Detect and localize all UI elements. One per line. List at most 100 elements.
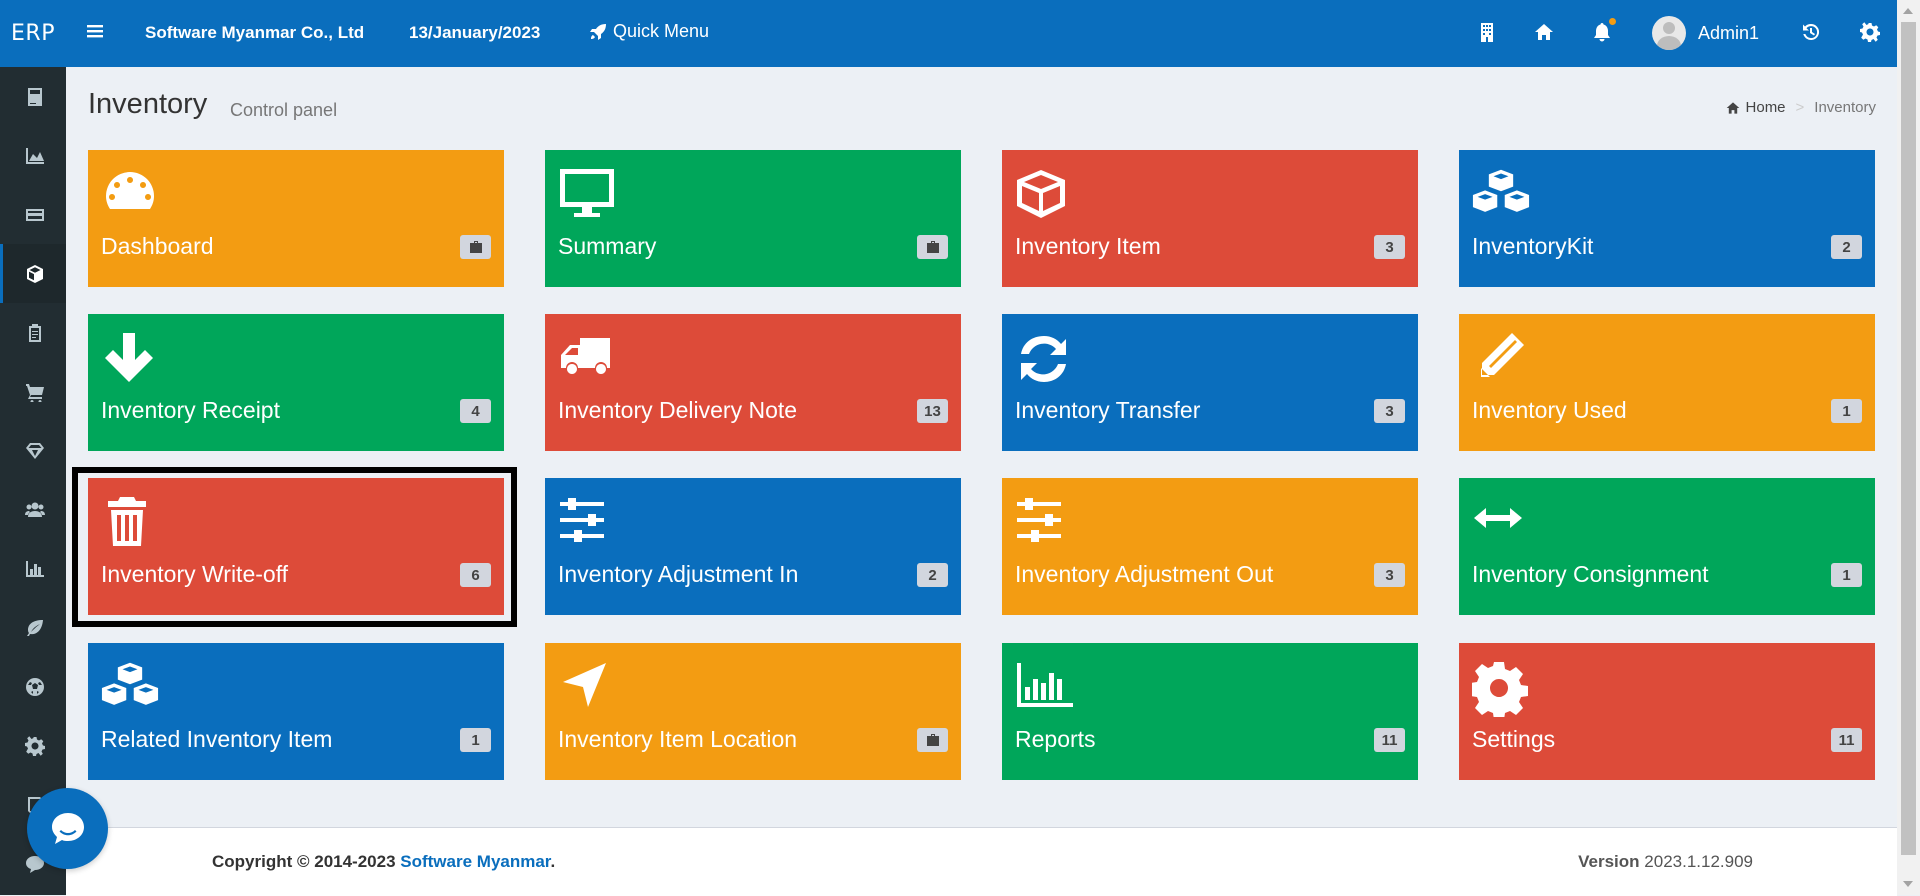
hamburger-icon [87, 25, 103, 38]
sidebar-item-assets[interactable] [0, 421, 66, 480]
tile-badge: 1 [460, 728, 491, 752]
settings-button[interactable] [1860, 22, 1880, 47]
tile-badge [917, 728, 948, 752]
tile-settings[interactable]: Settings 11 [1459, 643, 1875, 780]
soccer-ball-icon [25, 677, 44, 696]
sidebar-item-analytics[interactable] [0, 126, 66, 185]
building-button[interactable] [1477, 22, 1497, 47]
tile-inventory-item[interactable]: Inventory Item 3 [1002, 150, 1418, 287]
tile-inventory-adjustment-in[interactable]: Inventory Adjustment In 2 [545, 478, 961, 615]
history-button[interactable] [1801, 22, 1821, 47]
current-date: 13/January/2023 [409, 23, 541, 42]
sidebar-item-settings[interactable] [0, 716, 66, 775]
arrows-h-icon [1472, 494, 1530, 552]
breadcrumb-home-link[interactable]: Home [1746, 99, 1786, 116]
tile-badge [460, 235, 491, 259]
company-link[interactable]: Software Myanmar [400, 852, 550, 871]
tile-badge: 1 [1831, 563, 1862, 587]
gear-icon [1470, 659, 1530, 720]
tile-badge: 13 [917, 399, 948, 423]
sidebar-item-payments[interactable] [0, 185, 66, 244]
tile-related-inventory-item[interactable]: Related Inventory Item 1 [88, 643, 504, 780]
users-icon [24, 502, 45, 517]
notification-dot [1609, 18, 1616, 25]
tile-inventory-delivery-note[interactable]: Inventory Delivery Note 13 [545, 314, 961, 451]
tile-inventory-receipt[interactable]: Inventory Receipt 4 [88, 314, 504, 451]
tile-badge: 3 [1374, 563, 1405, 587]
tile-inventory-used[interactable]: Inventory Used 1 [1459, 314, 1875, 451]
gear-icon [24, 735, 45, 756]
tile-badge: 2 [917, 563, 948, 587]
tile-inventory-consignment[interactable]: Inventory Consignment 1 [1459, 478, 1875, 615]
page-title: Inventory [88, 88, 208, 120]
version-value: 2023.1.12.909 [1644, 852, 1753, 871]
sidebar-item-sports[interactable] [0, 657, 66, 716]
tachometer-icon [101, 166, 159, 224]
sidebar-item-hr[interactable] [0, 480, 66, 539]
sidebar: ERP [0, 0, 66, 895]
scroll-up-arrow[interactable] [1903, 8, 1913, 14]
sidebar-item-agriculture[interactable] [0, 598, 66, 657]
cubes-icon [101, 659, 159, 717]
sidebar-item-inventory[interactable] [0, 244, 66, 303]
briefcase-icon [926, 241, 939, 253]
tile-label: Inventory Adjustment In [558, 561, 799, 587]
tile-label: InventoryKit [1472, 233, 1594, 259]
tile-badge: 3 [1374, 235, 1405, 259]
tile-inventorykit[interactable]: InventoryKit 2 [1459, 150, 1875, 287]
bar-chart-icon [1015, 659, 1073, 717]
selection-highlight [72, 467, 517, 627]
calculator-icon [27, 87, 42, 106]
quick-menu-button[interactable]: Quick Menu [589, 21, 709, 42]
sidebar-item-reports[interactable] [0, 539, 66, 598]
sidebar-item-orders[interactable] [0, 303, 66, 362]
desktop-icon [558, 166, 616, 224]
tile-badge: 11 [1831, 728, 1862, 752]
tile-inventory-transfer[interactable]: Inventory Transfer 3 [1002, 314, 1418, 451]
footer: Copyright © 2014-2023 Software Myanmar. … [66, 827, 1897, 896]
briefcase-icon [926, 734, 939, 746]
user-menu[interactable]: Admin1 [1652, 16, 1759, 50]
chat-icon [51, 812, 84, 844]
vertical-scrollbar[interactable] [1897, 0, 1920, 895]
tile-badge: 3 [1374, 399, 1405, 423]
tile-inventory-adjustment-out[interactable]: Inventory Adjustment Out 3 [1002, 478, 1418, 615]
version-info: Version 2023.1.12.909 [1578, 852, 1753, 872]
tile-label: Settings [1472, 726, 1556, 752]
scroll-down-arrow[interactable] [1903, 881, 1913, 887]
brand-logo[interactable]: ERP [0, 0, 66, 67]
sidebar-item-accounting[interactable] [0, 67, 66, 126]
scroll-thumb[interactable] [1901, 22, 1916, 855]
building-icon [1481, 23, 1493, 42]
truck-icon [558, 330, 616, 388]
bell-icon [1594, 23, 1610, 42]
live-chat-button[interactable] [27, 788, 108, 869]
tile-summary[interactable]: Summary [545, 150, 961, 287]
copyright-text: Copyright © 2014-2023 [212, 852, 401, 871]
sidebar-toggle-button[interactable] [86, 22, 104, 45]
tile-label: Related Inventory Item [101, 726, 333, 752]
cube-icon [26, 264, 43, 283]
tile-inventory-item-location[interactable]: Inventory Item Location [545, 643, 961, 780]
tile-dashboard[interactable]: Dashboard [88, 150, 504, 287]
home-button[interactable] [1534, 22, 1554, 47]
tile-label: Inventory Used [1472, 397, 1627, 423]
sidebar-menu [0, 67, 66, 893]
gear-icon [1860, 22, 1880, 42]
home-icon [1535, 24, 1553, 40]
tile-label: Inventory Transfer [1015, 397, 1201, 423]
version-label: Version [1578, 852, 1640, 871]
cube-icon [1015, 166, 1073, 224]
pencil-icon [1472, 330, 1530, 388]
rocket-icon [590, 23, 606, 40]
sidebar-item-sales[interactable] [0, 362, 66, 421]
notifications-button[interactable] [1592, 18, 1616, 47]
company-name[interactable]: Software Myanmar Co., Ltd [145, 23, 364, 43]
copyright: Copyright © 2014-2023 Software Myanmar. [212, 852, 555, 872]
breadcrumb: Home > Inventory [1726, 99, 1876, 116]
tile-badge: 11 [1374, 728, 1405, 752]
tile-label: Summary [558, 233, 657, 259]
copyright-suffix: . [550, 852, 556, 871]
sliders-icon [558, 494, 616, 552]
tile-reports[interactable]: Reports 11 [1002, 643, 1418, 780]
